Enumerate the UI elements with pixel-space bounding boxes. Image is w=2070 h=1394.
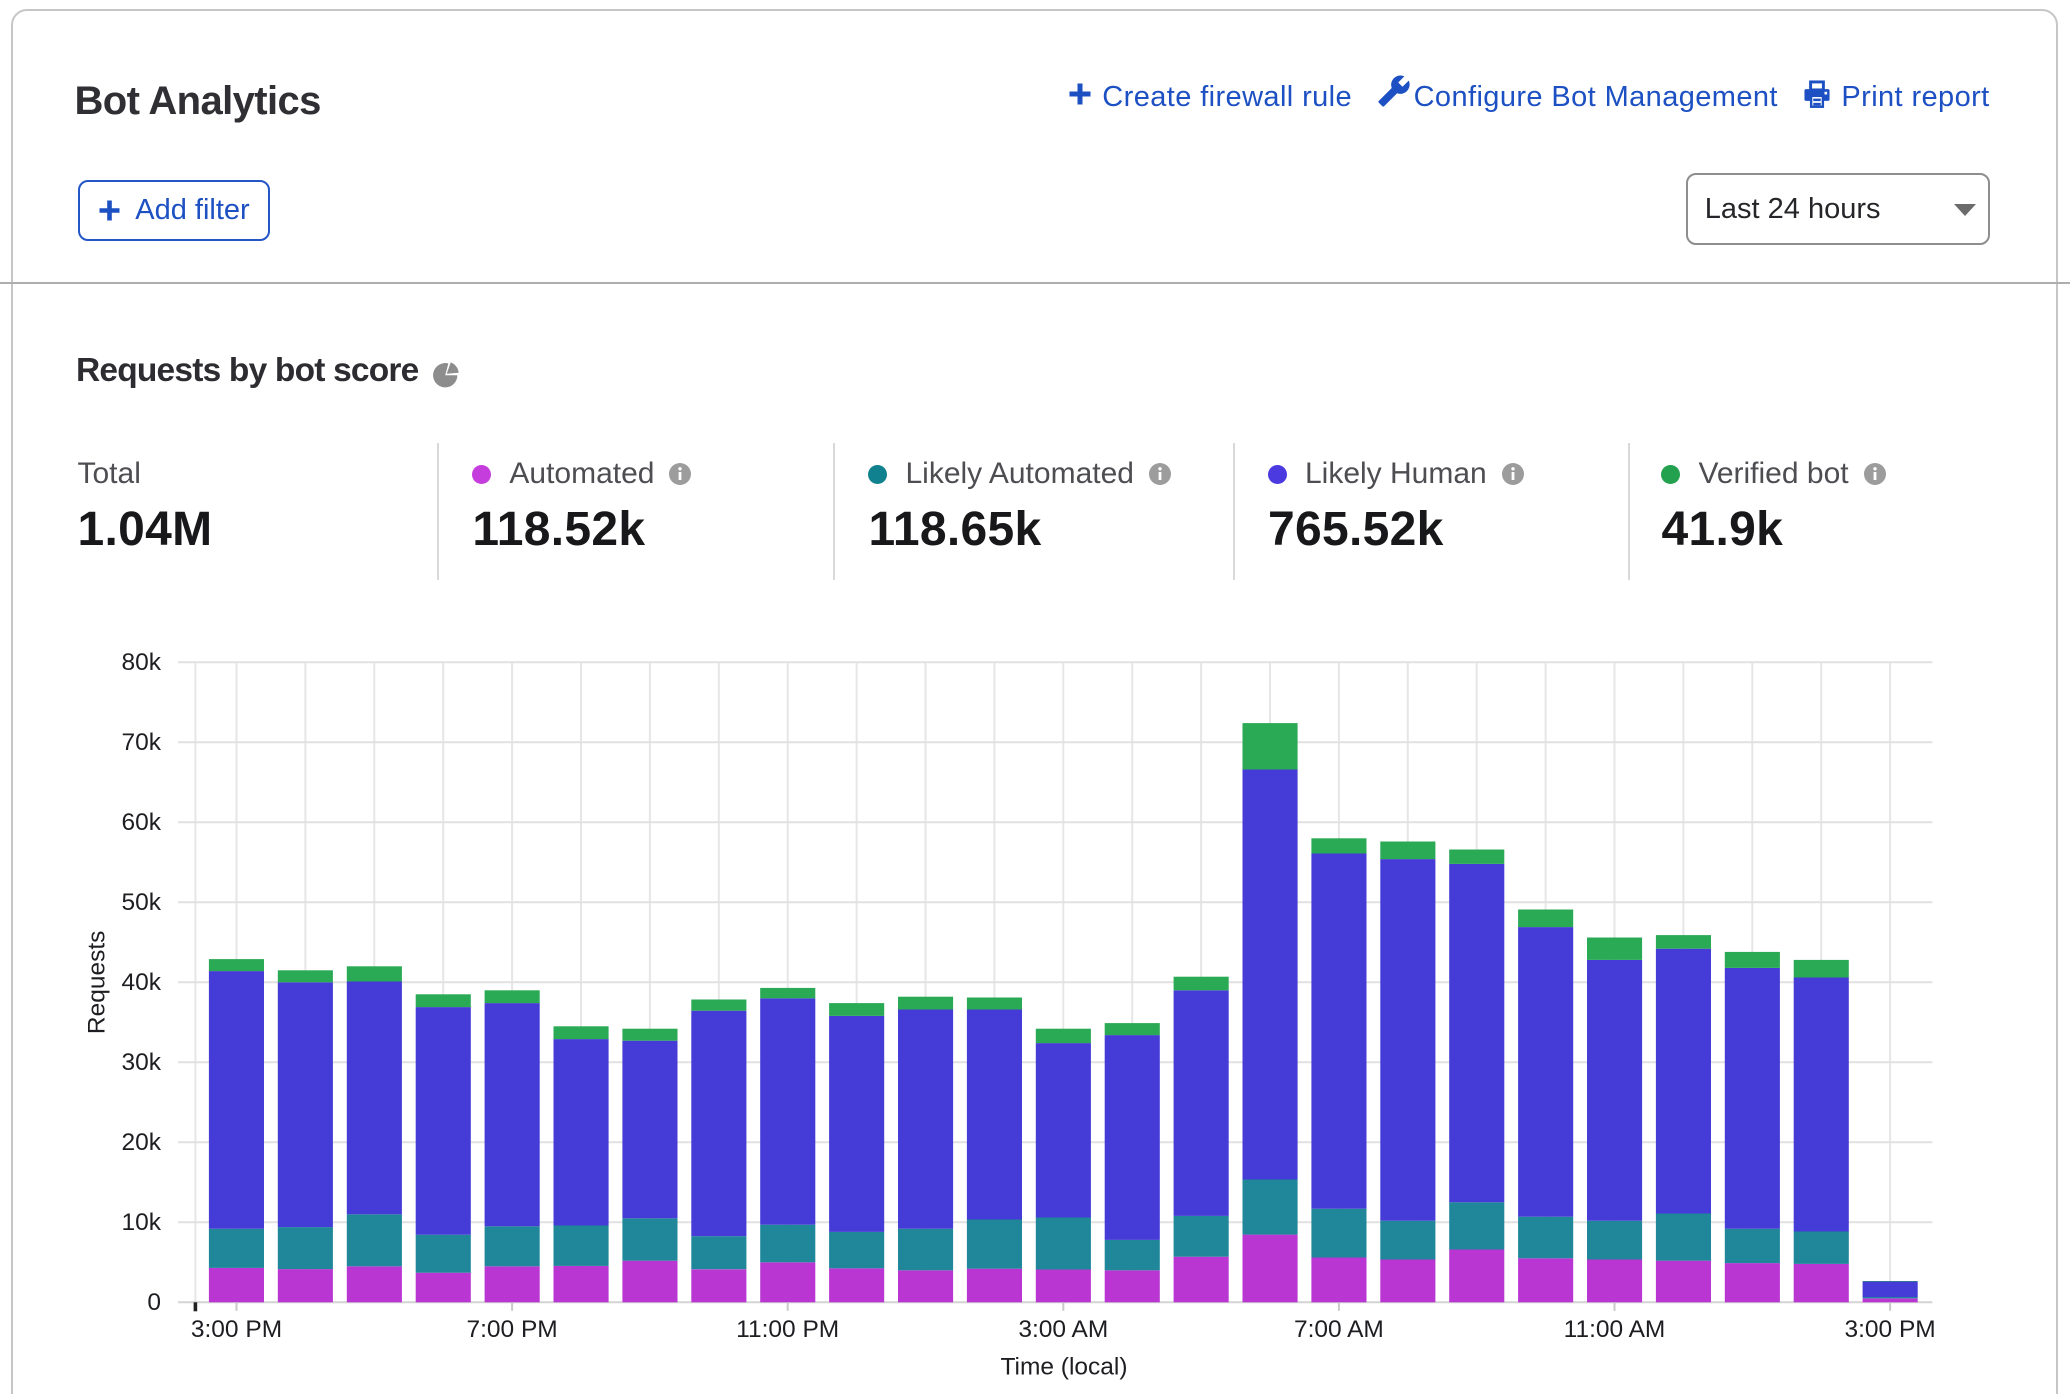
svg-text:60k: 60k — [121, 809, 161, 836]
svg-text:7:00 AM: 7:00 AM — [1294, 1316, 1384, 1343]
svg-text:Time (local): Time (local) — [1000, 1354, 1127, 1381]
svg-text:20k: 20k — [121, 1129, 161, 1156]
svg-text:50k: 50k — [121, 889, 161, 916]
svg-text:Requests: Requests — [84, 931, 111, 1035]
svg-text:40k: 40k — [121, 969, 161, 996]
svg-text:7:00 PM: 7:00 PM — [466, 1316, 557, 1343]
svg-text:3:00 PM: 3:00 PM — [1844, 1316, 1935, 1343]
svg-text:0: 0 — [147, 1289, 161, 1316]
svg-text:30k: 30k — [121, 1049, 161, 1076]
svg-text:11:00 PM: 11:00 PM — [736, 1316, 839, 1343]
svg-text:3:00 PM: 3:00 PM — [191, 1316, 282, 1343]
svg-text:11:00 AM: 11:00 AM — [1564, 1316, 1666, 1343]
svg-text:3:00 AM: 3:00 AM — [1018, 1316, 1108, 1343]
svg-text:10k: 10k — [121, 1209, 161, 1236]
svg-text:80k: 80k — [121, 649, 161, 676]
svg-text:70k: 70k — [121, 729, 161, 756]
